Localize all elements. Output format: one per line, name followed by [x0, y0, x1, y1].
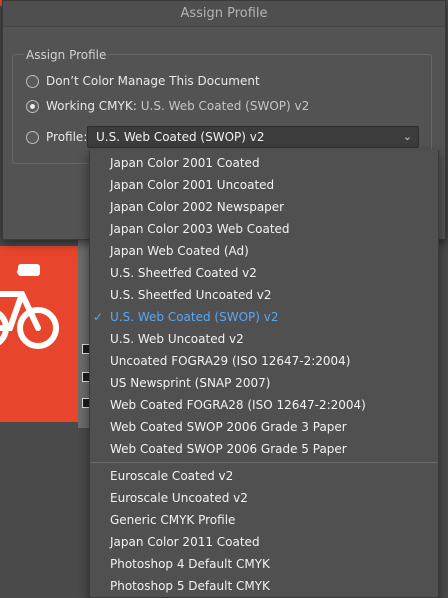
menu-item-label: Web Coated SWOP 2006 Grade 5 Paper — [110, 442, 347, 456]
menu-item[interactable]: Japan Color 2011 Coated — [90, 531, 438, 553]
menu-item-label: Japan Color 2001 Uncoated — [110, 178, 275, 192]
menu-item[interactable]: US Newsprint (SNAP 2007) — [90, 372, 438, 394]
radio-button[interactable] — [26, 130, 39, 144]
working-cmyk-value: U.S. Web Coated (SWOP) v2 — [140, 99, 310, 113]
menu-item[interactable]: U.S. Web Uncoated v2 — [90, 328, 438, 350]
menu-item-label: US Newsprint (SNAP 2007) — [110, 376, 271, 390]
menu-item[interactable]: Japan Color 2001 Uncoated — [90, 174, 438, 196]
menu-item-label: Japan Color 2003 Web Coated — [110, 222, 290, 236]
menu-item[interactable]: U.S. Sheetfed Coated v2 — [90, 262, 438, 284]
dialog-titlebar: Assign Profile — [3, 1, 445, 27]
chevron-updown-icon: ⌄ — [402, 130, 412, 143]
menu-item[interactable]: Japan Color 2002 Newspaper — [90, 196, 438, 218]
menu-item[interactable]: Web Coated SWOP 2006 Grade 5 Paper — [90, 438, 438, 460]
menu-item-label: Photoshop 5 Default CMYK — [110, 579, 270, 593]
profile-dropdown-menu: Japan Color 2001 Coated Japan Color 2001 … — [89, 150, 439, 598]
menu-item[interactable]: Japan Color 2001 Coated — [90, 152, 438, 174]
group-label: Assign Profile — [24, 48, 109, 62]
bicycle-icon — [0, 264, 59, 349]
menu-item[interactable]: U.S. Sheetfed Uncoated v2 — [90, 284, 438, 306]
menu-item-label: U.S. Web Uncoated v2 — [110, 332, 244, 346]
radio-button[interactable] — [26, 74, 39, 88]
radio-label: Profile: — [46, 130, 88, 144]
radio-button-checked[interactable] — [26, 99, 39, 113]
menu-item[interactable]: Uncoated FOGRA29 (ISO 12647-2:2004) — [90, 350, 438, 372]
menu-item-label: Web Coated FOGRA28 (ISO 12647-2:2004) — [110, 398, 366, 412]
menu-item-label: Photoshop 4 Default CMYK — [110, 557, 270, 571]
menu-item-label: Euroscale Uncoated v2 — [110, 491, 248, 505]
radio-working-cmyk[interactable]: Working CMYK: U.S. Web Coated (SWOP) v2 — [26, 99, 309, 113]
menu-item-label: Japan Color 2001 Coated — [110, 156, 260, 170]
menu-item[interactable]: Photoshop 4 Default CMYK — [90, 553, 438, 575]
profile-select[interactable]: U.S. Web Coated (SWOP) v2 ⌄ — [87, 126, 419, 148]
menu-item[interactable]: Web Coated SWOP 2006 Grade 3 Paper — [90, 416, 438, 438]
menu-separator — [90, 462, 438, 463]
menu-item-label: Japan Web Coated (Ad) — [110, 244, 249, 258]
menu-item-label: U.S. Web Coated (SWOP) v2 — [110, 310, 279, 324]
menu-item[interactable]: Euroscale Coated v2 — [90, 465, 438, 487]
menu-item-label: Japan Color 2011 Coated — [110, 535, 260, 549]
menu-item[interactable]: Photoshop 5 Default CMYK — [90, 575, 438, 597]
menu-item[interactable]: Generic CMYK Profile — [90, 509, 438, 531]
menu-item-label: U.S. Sheetfed Uncoated v2 — [110, 288, 272, 302]
checkmark-icon: ✓ — [93, 310, 104, 324]
menu-item[interactable]: ✓ U.S. Web Coated (SWOP) v2 — [90, 306, 438, 328]
radio-profile[interactable]: Profile: — [26, 130, 87, 144]
menu-item-label: Uncoated FOGRA29 (ISO 12647-2:2004) — [110, 354, 351, 368]
menu-item[interactable]: Japan Web Coated (Ad) — [90, 240, 438, 262]
menu-item[interactable]: Euroscale Uncoated v2 — [90, 487, 438, 509]
menu-item-label: Web Coated SWOP 2006 Grade 3 Paper — [110, 420, 347, 434]
radio-label: Don’t Color Manage This Document — [46, 74, 260, 88]
menu-item-label: Japan Color 2002 Newspaper — [110, 200, 285, 214]
dialog-title: Assign Profile — [180, 6, 268, 21]
menu-item[interactable]: Japan Color 2003 Web Coated — [90, 218, 438, 240]
menu-item-label: U.S. Sheetfed Coated v2 — [110, 266, 257, 280]
menu-item[interactable]: Web Coated FOGRA28 (ISO 12647-2:2004) — [90, 394, 438, 416]
menu-item-label: Generic CMYK Profile — [110, 513, 236, 527]
menu-item-label: Euroscale Coated v2 — [110, 469, 234, 483]
radio-dont-color-manage[interactable]: Don’t Color Manage This Document — [26, 74, 260, 88]
radio-label: Working CMYK: — [46, 99, 137, 113]
profile-select-value: U.S. Web Coated (SWOP) v2 — [96, 130, 265, 144]
